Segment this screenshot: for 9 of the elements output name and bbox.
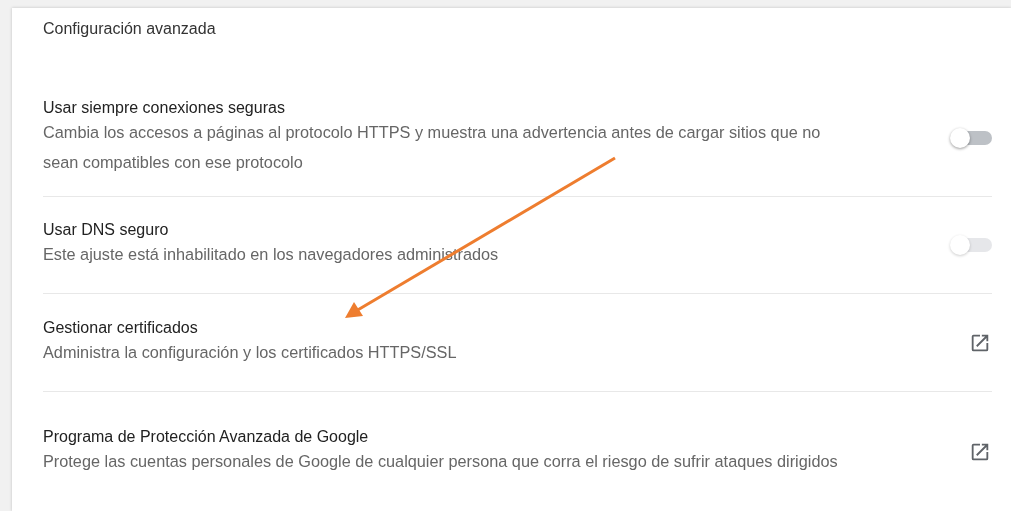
section-title: Configuración avanzada: [43, 19, 217, 39]
setting-description: Administra la configuración y los certificados HTTPS/SSL: [43, 341, 458, 363]
setting-title: Programa de Protección Avanzada de Google: [43, 427, 370, 446]
setting-description: Cambia los accesos a páginas al protocolo HTTPS y muestra una advertencia antes de cargar sitios que no sean compatibles con ese protocolo: [43, 122, 822, 173]
toggle-switch[interactable]: [948, 127, 992, 149]
setting-description: Protege las cuentas personales de Google de cualquier persona que corra el riesgo de sufrir ataques dirigidos: [43, 450, 839, 472]
setting-title: Gestionar certificados: [43, 318, 199, 337]
setting-title: Usar siempre conexiones seguras: [43, 99, 286, 117]
setting-title: Usar DNS seguro: [43, 221, 170, 239]
